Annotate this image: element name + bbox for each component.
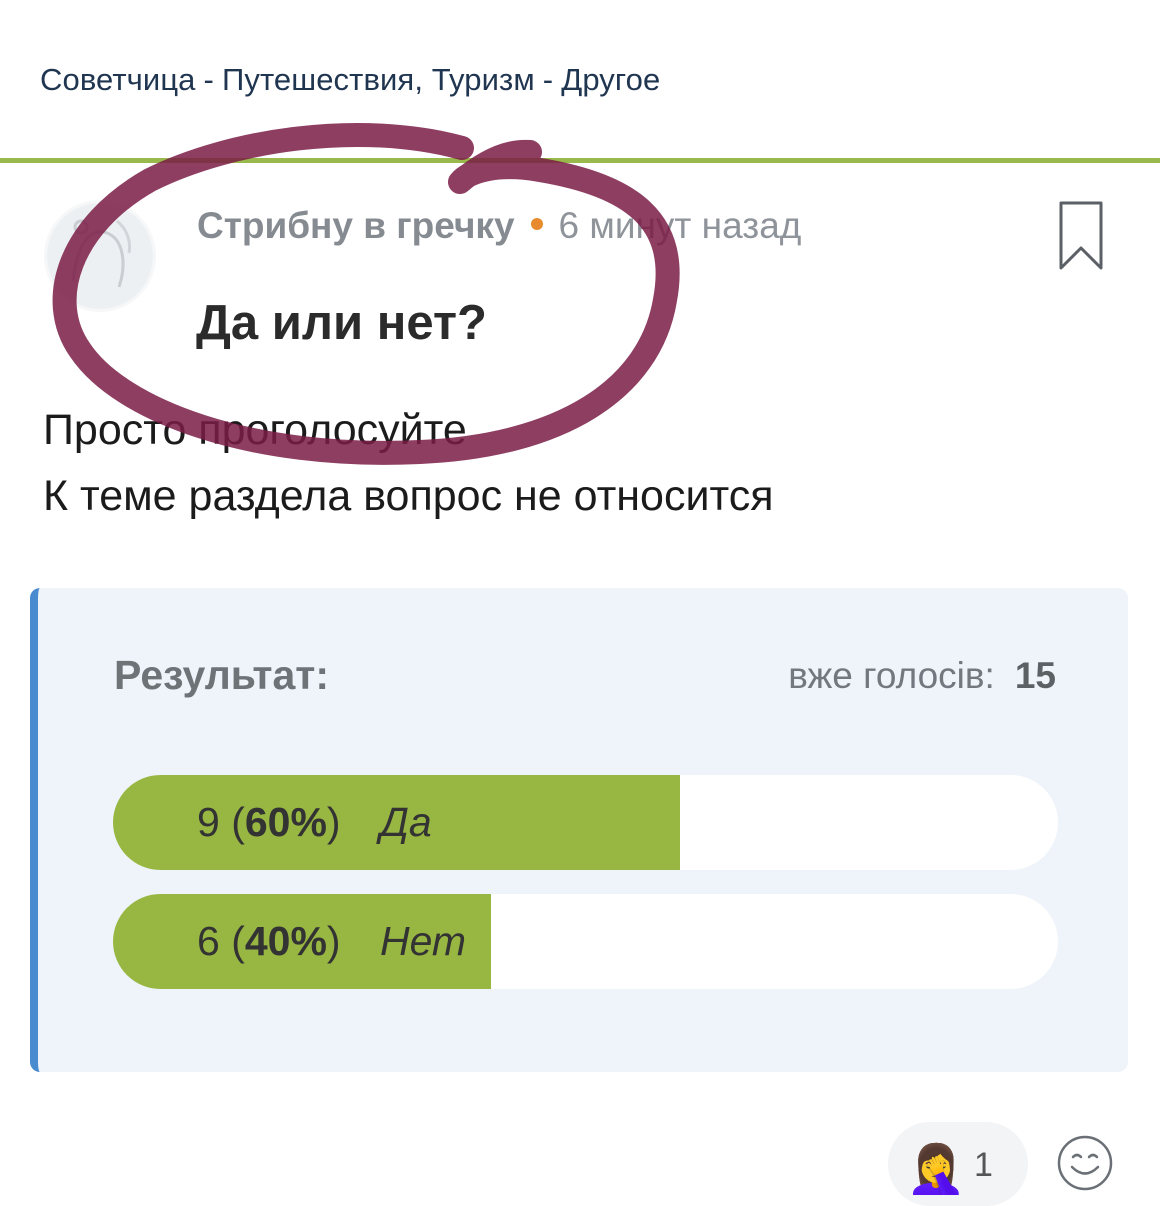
post-body: Просто проголосуйте К теме раздела вопро… — [43, 397, 773, 529]
breadcrumb-link-3[interactable]: Другое — [561, 62, 660, 97]
option-label: Да — [379, 799, 432, 845]
option-count: 9 — [197, 799, 220, 845]
header-divider — [0, 158, 1160, 163]
post-title: Да или нет? — [196, 296, 487, 350]
author-name[interactable]: Стрибну в гречку — [197, 205, 515, 246]
votes-label: вже голосів: — [788, 655, 995, 696]
bookmark-icon[interactable] — [1058, 200, 1104, 272]
poll-votes: вже голосів: 15 — [788, 655, 1056, 697]
reaction-facepalm[interactable]: 🤦‍♀️ 1 — [888, 1122, 1028, 1206]
facepalm-emoji-icon: 🤦‍♀️ — [906, 1143, 966, 1196]
breadcrumb-separator: - — [203, 62, 214, 97]
reaction-count: 1 — [974, 1146, 993, 1184]
poll-option-text: 6 (40%) Нет — [197, 918, 467, 964]
breadcrumb-link-2[interactable]: Путешествия, Туризм — [222, 62, 535, 97]
option-percent: 60% — [244, 799, 327, 845]
smiley-icon[interactable] — [1056, 1134, 1114, 1192]
poll-result-label: Результат: — [114, 652, 330, 698]
avatar-drawing — [48, 204, 152, 308]
votes-total: 15 — [1014, 655, 1056, 696]
post-body-line: К теме раздела вопрос не относится — [43, 472, 774, 520]
breadcrumb: Советчица - Путешествия, Туризм - Другое — [40, 62, 660, 98]
post-body-line: Просто проголосуйте — [43, 406, 467, 454]
avatar[interactable] — [44, 200, 156, 312]
poll-option-text: 9 (60%) Да — [197, 799, 432, 845]
breadcrumb-link-1[interactable]: Советчица — [40, 62, 196, 97]
post-time: 6 минут назад — [558, 205, 802, 246]
option-count: 6 — [197, 918, 220, 964]
poll-option-no[interactable]: 6 (40%) Нет — [113, 894, 1058, 989]
post-meta: Стрибну в гречку 6 минут назад — [197, 205, 801, 247]
option-label: Нет — [379, 918, 467, 964]
poll-option-yes[interactable]: 9 (60%) Да — [113, 775, 1058, 870]
option-percent: 40% — [244, 918, 327, 964]
meta-dot — [530, 218, 543, 231]
breadcrumb-separator: - — [542, 62, 554, 97]
